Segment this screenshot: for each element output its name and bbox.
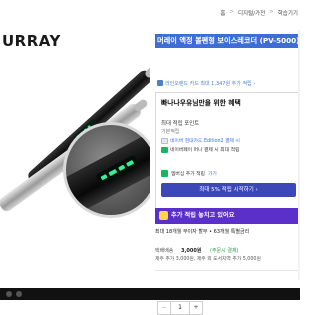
extra-points-banner[interactable]: 추가 적립 놓치고 있어요 [155, 208, 300, 224]
membership-icon [161, 170, 168, 177]
quantity-minus-button[interactable]: − [157, 301, 171, 315]
breadcrumb-category[interactable]: 디지털/가전 [238, 9, 265, 17]
pen-tip-icon [132, 98, 149, 113]
benefits-box: 빠나나우유님만을 위한 혜택 최대 적립 포인트 기본적립 네이버 현대카드 E… [155, 92, 300, 222]
accumulate-points-button[interactable]: 최대 5% 적립 시작하기 › [161, 183, 296, 197]
taskbar-icon[interactable] [6, 291, 12, 297]
benefit-line-2[interactable]: 네이버페이 머니 결제 시 최대 적립 [161, 146, 239, 153]
max-points-label: 최대 적립 포인트 [161, 121, 200, 127]
breadcrumb-separator: > [229, 9, 234, 15]
naverpay-icon [161, 146, 168, 153]
breadcrumb-separator: > [269, 9, 274, 15]
base-points-label: 기본적립 [161, 129, 180, 135]
membership-go-link[interactable]: 가기 [208, 170, 217, 177]
membership-text: 멤버십 추가 적립 [171, 172, 205, 177]
quantity-value[interactable]: 1 [171, 301, 189, 315]
zoom-detail-image [63, 122, 150, 218]
taskbar-icon[interactable] [16, 291, 22, 297]
bottom-taskbar [0, 288, 300, 300]
benefit-line-1-text: 네이버 현대카드 Edition2 결제 시 [170, 139, 240, 144]
zoom-pen-body [66, 127, 150, 215]
benefits-title: 빠나나우유님만을 위한 혜택 [161, 99, 241, 107]
product-title: 머레이 액정 볼펜형 보이스레코더 (PV-5000) [155, 34, 300, 48]
shipping-fee: 3,000원 [181, 248, 202, 254]
benefit-line-2-text: 네이버페이 머니 결제 시 최대 적립 [170, 148, 240, 153]
brand-logo: URRAY [2, 32, 61, 50]
benefit-line-1[interactable]: 네이버 현대카드 Edition2 결제 시 [161, 137, 240, 144]
product-image[interactable]: URRAY [0, 0, 150, 288]
installment-summary: 최대 18개월 무이자 할부 • 63개월 특별금리 [155, 229, 250, 235]
shipping-label: 택배배송 [155, 248, 174, 254]
quantity-stepper[interactable]: − 1 + [157, 301, 203, 315]
pen-tip-icon [143, 63, 150, 80]
divider [155, 270, 300, 271]
zoom-screen-icon [95, 154, 141, 187]
card-promo-link[interactable]: 라인오랜드 카드 최대 1,347원 추가 적립 › [155, 80, 300, 87]
card-icon [161, 137, 168, 144]
shipping-note: (주문시 결제) [210, 248, 239, 254]
scrollbar[interactable] [298, 30, 300, 280]
breadcrumb-home[interactable]: 홈 [220, 9, 225, 17]
breadcrumb: 홈 > 디지털/가전 > 학습기기 [155, 0, 300, 28]
quantity-plus-button[interactable]: + [189, 301, 203, 315]
breadcrumb-sub[interactable]: 학습기기 [278, 9, 298, 17]
extra-delivery-fee: 제주 추가 3,000원, 제주 외 도서지역 추가 5,000원 [155, 257, 261, 262]
membership-row[interactable]: 멤버십 추가 적립 가기 [161, 170, 217, 177]
